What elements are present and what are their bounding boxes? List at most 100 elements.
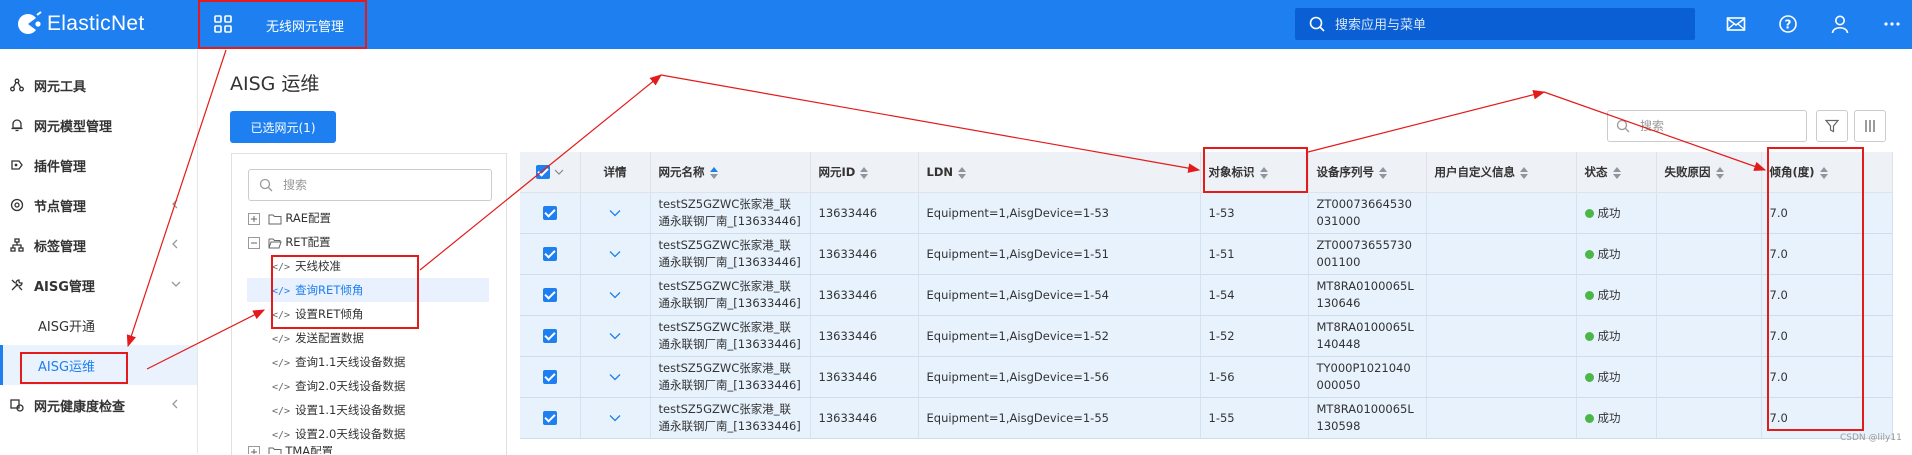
table-row[interactable]: testSZ5GZWC张家港_联通永联钢厂南_[13633446] 1363344… <box>520 233 1893 275</box>
help-icon[interactable]: ? <box>1778 14 1798 37</box>
col-header-id[interactable]: 网元ID <box>810 152 919 193</box>
tree-leaf-query-ret-tilt[interactable]: </> 查询RET倾角 <box>247 278 489 302</box>
expand-details-icon[interactable] <box>609 373 621 381</box>
tree-leaf-query-20-data[interactable]: </> 查询2.0天线设备数据 <box>272 374 405 398</box>
tree-folder-ret[interactable]: RET配置 <box>248 230 331 254</box>
select-all-checkbox[interactable] <box>535 165 550 180</box>
mail-icon[interactable] <box>1726 14 1746 37</box>
table-search-input[interactable] <box>1638 116 1802 136</box>
row-checkbox-cell[interactable] <box>520 356 581 398</box>
selected-elements-button[interactable]: 已选网元(1) <box>230 111 336 143</box>
cell-custom <box>1426 315 1577 357</box>
expand-icon[interactable] <box>248 446 260 454</box>
table-header-row: 详情 网元名称 网元ID LDN 对象标识 设备序列号 用户自定义信息 状态 失… <box>520 152 1893 193</box>
sort-icon[interactable] <box>1259 166 1268 179</box>
table-search[interactable] <box>1607 110 1807 142</box>
sidebar-item-aisg-mgmt[interactable]: AISG管理 <box>0 265 197 305</box>
row-checkbox[interactable] <box>542 247 557 261</box>
tree-leaf-set-20-data[interactable]: </> 设置2.0天线设备数据 <box>272 422 405 446</box>
details-cell[interactable] <box>580 356 651 398</box>
more-icon[interactable] <box>1882 12 1902 35</box>
table-row[interactable]: testSZ5GZWC张家港_联通永联钢厂南_[13633446] 1363344… <box>520 356 1893 398</box>
sort-icon[interactable] <box>1520 166 1528 179</box>
sort-icon[interactable] <box>1819 166 1828 179</box>
app-title[interactable]: 无线网元管理 <box>266 16 344 35</box>
col-header-reason[interactable]: 失败原因 <box>1656 152 1762 193</box>
tree-leaf-set-ret-tilt[interactable]: </> 设置RET倾角 <box>272 302 363 326</box>
sidebar-item-health-check[interactable]: 网元健康度检查 <box>0 385 197 425</box>
filter-button[interactable] <box>1816 110 1848 142</box>
global-search[interactable] <box>1295 8 1695 40</box>
cell-ldn: Equipment=1,AisgDevice=1-51 <box>918 233 1201 275</box>
sort-icon[interactable] <box>709 166 718 179</box>
cell-reason <box>1656 274 1762 316</box>
sidebar-item-node-mgmt[interactable]: 节点管理 <box>0 185 197 225</box>
col-header-object-id[interactable]: 对象标识 <box>1200 152 1309 193</box>
row-checkbox[interactable] <box>542 370 557 384</box>
sidebar-item-model-mgmt[interactable]: 网元模型管理 <box>0 105 197 145</box>
tree-leaf-set-11-data[interactable]: </> 设置1.1天线设备数据 <box>272 398 405 422</box>
col-header-custom[interactable]: 用户自定义信息 <box>1426 152 1577 193</box>
expand-icon[interactable] <box>248 212 260 225</box>
sort-icon[interactable] <box>1379 166 1387 179</box>
row-checkbox-cell[interactable] <box>520 397 581 439</box>
col-header-serial[interactable]: 设备序列号 <box>1308 152 1427 193</box>
cell-tilt: 7.0 <box>1761 274 1893 316</box>
sidebar-subitem-aisg-ops[interactable]: AISG运维 <box>0 345 197 385</box>
expand-details-icon[interactable] <box>609 291 621 299</box>
details-cell[interactable] <box>580 233 651 275</box>
sidebar-item-tag-mgmt[interactable]: 标签管理 <box>0 225 197 265</box>
col-header-tilt[interactable]: 倾角(度) <box>1761 152 1893 193</box>
details-cell[interactable] <box>580 315 651 357</box>
row-checkbox[interactable] <box>542 411 557 425</box>
tree-folder-tma[interactable]: TMA配置 <box>248 446 333 454</box>
row-checkbox[interactable] <box>542 206 557 220</box>
logo[interactable]: ElasticNet <box>14 10 145 38</box>
user-icon[interactable] <box>1830 14 1850 37</box>
sidebar-item-plugin-mgmt[interactable]: 插件管理 <box>0 145 197 185</box>
global-search-input[interactable] <box>1333 14 1677 36</box>
tree-folder-rae[interactable]: RAE配置 <box>248 206 331 230</box>
table-row[interactable]: testSZ5GZWC张家港_联通永联钢厂南_[13633446] 1363344… <box>520 192 1893 234</box>
apps-grid-icon[interactable] <box>214 15 232 36</box>
expand-details-icon[interactable] <box>609 209 621 217</box>
cell-id: 13633446 <box>810 233 919 275</box>
col-header-status[interactable]: 状态 <box>1576 152 1657 193</box>
row-checkbox-cell[interactable] <box>520 274 581 316</box>
sort-icon[interactable] <box>958 166 966 179</box>
sort-icon[interactable] <box>1612 166 1621 179</box>
row-checkbox[interactable] <box>542 329 557 343</box>
header-select-all[interactable] <box>520 152 581 193</box>
cell-status: 成功 <box>1576 356 1657 398</box>
details-cell[interactable] <box>580 192 651 234</box>
cell-serial: MT8RA0100065L130598 <box>1308 397 1427 439</box>
row-checkbox-cell[interactable] <box>520 192 581 234</box>
expand-details-icon[interactable] <box>609 250 621 258</box>
col-header-name[interactable]: 网元名称 <box>650 152 811 193</box>
row-checkbox-cell[interactable] <box>520 233 581 275</box>
sidebar-item-network-tools[interactable]: 网元工具 <box>0 65 197 105</box>
row-checkbox-cell[interactable] <box>520 315 581 357</box>
tree-leaf-query-11-data[interactable]: </> 查询1.1天线设备数据 <box>272 350 405 374</box>
tree-search-input[interactable] <box>281 175 485 195</box>
sort-icon[interactable] <box>1715 166 1724 179</box>
table-row[interactable]: testSZ5GZWC张家港_联通永联钢厂南_[13633446] 1363344… <box>520 274 1893 316</box>
row-checkbox[interactable] <box>542 288 557 302</box>
expand-details-icon[interactable] <box>609 332 621 340</box>
table-row[interactable]: testSZ5GZWC张家港_联通永联钢厂南_[13633446] 1363344… <box>520 397 1893 439</box>
col-header-ldn[interactable]: LDN <box>918 152 1201 193</box>
sidebar-subitem-aisg-open[interactable]: AISG开通 <box>0 305 197 345</box>
sidebar-item-label: 网元工具 <box>34 79 87 95</box>
chevron-down-icon[interactable] <box>554 168 564 176</box>
details-cell[interactable] <box>580 274 651 316</box>
expand-details-icon[interactable] <box>609 414 621 422</box>
details-cell[interactable] <box>580 397 651 439</box>
tree-leaf-send-config[interactable]: </> 发送配置数据 <box>272 326 364 350</box>
table-row[interactable]: testSZ5GZWC张家港_联通永联钢厂南_[13633446] 1363344… <box>520 315 1893 357</box>
tree-leaf-antenna-calibration[interactable]: </> 天线校准 <box>272 254 341 278</box>
status-text: 成功 <box>1597 410 1621 425</box>
column-settings-button[interactable] <box>1854 110 1886 142</box>
tree-search[interactable] <box>248 169 492 201</box>
collapse-icon[interactable] <box>248 236 260 249</box>
sort-icon[interactable] <box>860 166 869 179</box>
